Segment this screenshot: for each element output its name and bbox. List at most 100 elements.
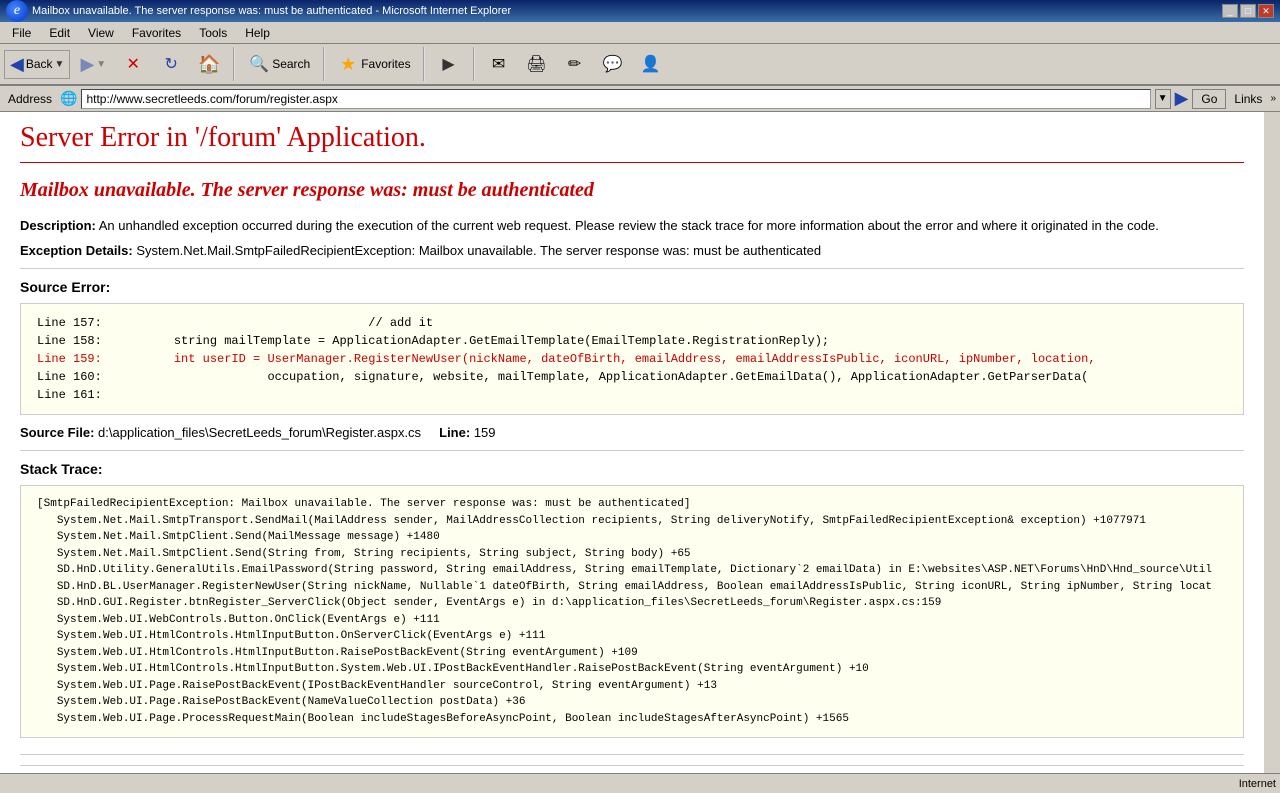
version-info: Version Information: Microsoft .NET Fram… [20,765,1244,773]
globe-icon: 🌐 [60,90,77,107]
favorites-button[interactable]: ★ Favorites [332,50,415,78]
stack-line-3: System.Net.Mail.SmtpClient.Send(MailMess… [37,529,1227,546]
server-error-title: Server Error in '/forum' Application. [20,122,1244,163]
stack-line-11: System.Web.UI.HtmlControls.HtmlInputButt… [37,661,1227,678]
edit-icon: ✏ [564,53,586,75]
address-go-arrow-icon[interactable]: ▶ [1175,88,1189,109]
search-label: Search [272,57,310,71]
source-error-label: Source Error: [20,279,1244,295]
code-line-3: Line 159: int userID = UserManager.Regis… [37,350,1227,368]
line-number: 159 [474,425,496,440]
back-arrow-icon: ▼ [55,59,65,70]
menu-favorites[interactable]: Favorites [124,24,189,42]
stack-trace-label: Stack Trace: [20,461,1244,477]
search-button[interactable]: 🔍 Search [242,49,316,79]
code-line-1: Line 157: // add it [37,314,1227,332]
mail-icon: ✉ [488,53,510,75]
description-section: Description: An unhandled exception occu… [20,218,1244,233]
title-bar: e Mailbox unavailable. The server respon… [0,0,1280,22]
code-line-2: Line 158: string mailTemplate = Applicat… [37,332,1227,350]
discuss-icon: 💬 [602,53,624,75]
ie-logo: e [6,0,28,22]
back-button[interactable]: ◀ Back ▼ [4,50,70,79]
media-icon: ▶ [438,53,460,75]
messenger-button[interactable]: 👤 [634,51,668,77]
title-bar-left: e Mailbox unavailable. The server respon… [6,0,511,22]
stack-line-2: System.Net.Mail.SmtpTransport.SendMail(M… [37,513,1227,530]
menu-edit[interactable]: Edit [41,24,78,42]
address-bar: Address 🌐 ▼ ▶ Go Links » [0,86,1280,112]
stack-line-10: System.Web.UI.HtmlControls.HtmlInputButt… [37,645,1227,662]
stack-line-14: System.Web.UI.Page.ProcessRequestMain(Bo… [37,711,1227,728]
divider-1 [20,268,1244,269]
mail-button[interactable]: ✉ [482,51,516,77]
links-button[interactable]: Links [1230,92,1266,106]
stack-line-4: System.Net.Mail.SmtpClient.Send(String f… [37,546,1227,563]
stack-line-8: System.Web.UI.WebControls.Button.OnClick… [37,612,1227,629]
menu-view[interactable]: View [80,24,122,42]
search-magnifier-icon: 🔍 [248,53,270,75]
home-icon: 🏠 [198,53,220,75]
stack-line-7: SD.HnD.GUI.Register.btnRegister_ServerCl… [37,595,1227,612]
media-button[interactable]: ▶ [432,51,466,77]
exception-details: Exception Details: System.Net.Mail.SmtpF… [20,243,1244,258]
toolbar: ◀ Back ▼ ▶ ▼ ✕ ↻ 🏠 🔍 Search ★ Favorites … [0,44,1280,86]
source-code-box: Line 157: // add it Line 158: string mai… [20,303,1244,415]
internet-zone: Internet [1239,778,1276,790]
content-area: Server Error in '/forum' Application. Ma… [0,112,1280,773]
stack-line-9: System.Web.UI.HtmlControls.HtmlInputButt… [37,628,1227,645]
stack-trace-box: [SmtpFailedRecipientException: Mailbox u… [20,485,1244,738]
messenger-icon: 👤 [640,53,662,75]
menu-help[interactable]: Help [237,24,278,42]
star-icon: ★ [337,53,359,75]
menu-file[interactable]: File [4,24,39,42]
toolbar-separator-3 [423,47,425,81]
forward-button[interactable]: ▶ ▼ [74,50,112,79]
exception-label: Exception Details: [20,243,133,258]
stop-icon: ✕ [122,53,144,75]
window-title: Mailbox unavailable. The server response… [32,5,511,17]
exception-text: System.Net.Mail.SmtpFailedRecipientExcep… [136,243,821,258]
code-line-5: Line 161: [37,386,1227,404]
window-controls: _ □ ✕ [1222,4,1274,18]
minimize-button[interactable]: _ [1222,4,1238,18]
stack-line-6: SD.HnD.BL.UserManager.RegisterNewUser(St… [37,579,1227,596]
menu-tools[interactable]: Tools [191,24,235,42]
stack-line-5: SD.HnD.Utility.GeneralUtils.EmailPasswor… [37,562,1227,579]
close-button[interactable]: ✕ [1258,4,1274,18]
toolbar-separator-2 [323,47,325,81]
toolbar-separator-4 [473,47,475,81]
stack-line-12: System.Web.UI.Page.RaisePostBackEvent(IP… [37,678,1227,695]
source-file-path: d:\application_files\SecretLeeds_forum\R… [98,425,421,440]
description-label: Description: [20,218,96,233]
home-button[interactable]: 🏠 [192,51,226,77]
links-arrow-icon: » [1270,93,1276,104]
stop-button[interactable]: ✕ [116,51,150,77]
maximize-button[interactable]: □ [1240,4,1256,18]
code-line-4: Line 160: occupation, signature, website… [37,368,1227,386]
address-label: Address [4,92,56,106]
menu-bar: File Edit View Favorites Tools Help [0,22,1280,44]
source-file-info: Source File: d:\application_files\Secret… [20,425,1244,440]
line-label: Line: [439,425,470,440]
forward-arrow-icon: ▼ [96,59,106,70]
refresh-icon: ↻ [160,53,182,75]
address-input[interactable] [81,89,1150,109]
description-text: An unhandled exception occurred during t… [99,218,1159,233]
mailbox-error-title: Mailbox unavailable. The server response… [20,179,1244,202]
address-dropdown[interactable]: ▼ [1155,89,1171,109]
status-bar: Internet [0,773,1280,793]
stack-line-13: System.Web.UI.Page.RaisePostBackEvent(Na… [37,694,1227,711]
print-icon: 🖨 [526,53,548,75]
edit-button[interactable]: ✏ [558,51,592,77]
discuss-button[interactable]: 💬 [596,51,630,77]
back-label: Back [26,57,53,71]
source-file-label: Source File: [20,425,94,440]
print-button[interactable]: 🖨 [520,51,554,77]
stack-line-1: [SmtpFailedRecipientException: Mailbox u… [37,496,1227,513]
refresh-button[interactable]: ↻ [154,51,188,77]
go-button[interactable]: Go [1192,89,1226,109]
toolbar-separator-1 [233,47,235,81]
divider-2 [20,450,1244,451]
favorites-label: Favorites [361,57,410,71]
